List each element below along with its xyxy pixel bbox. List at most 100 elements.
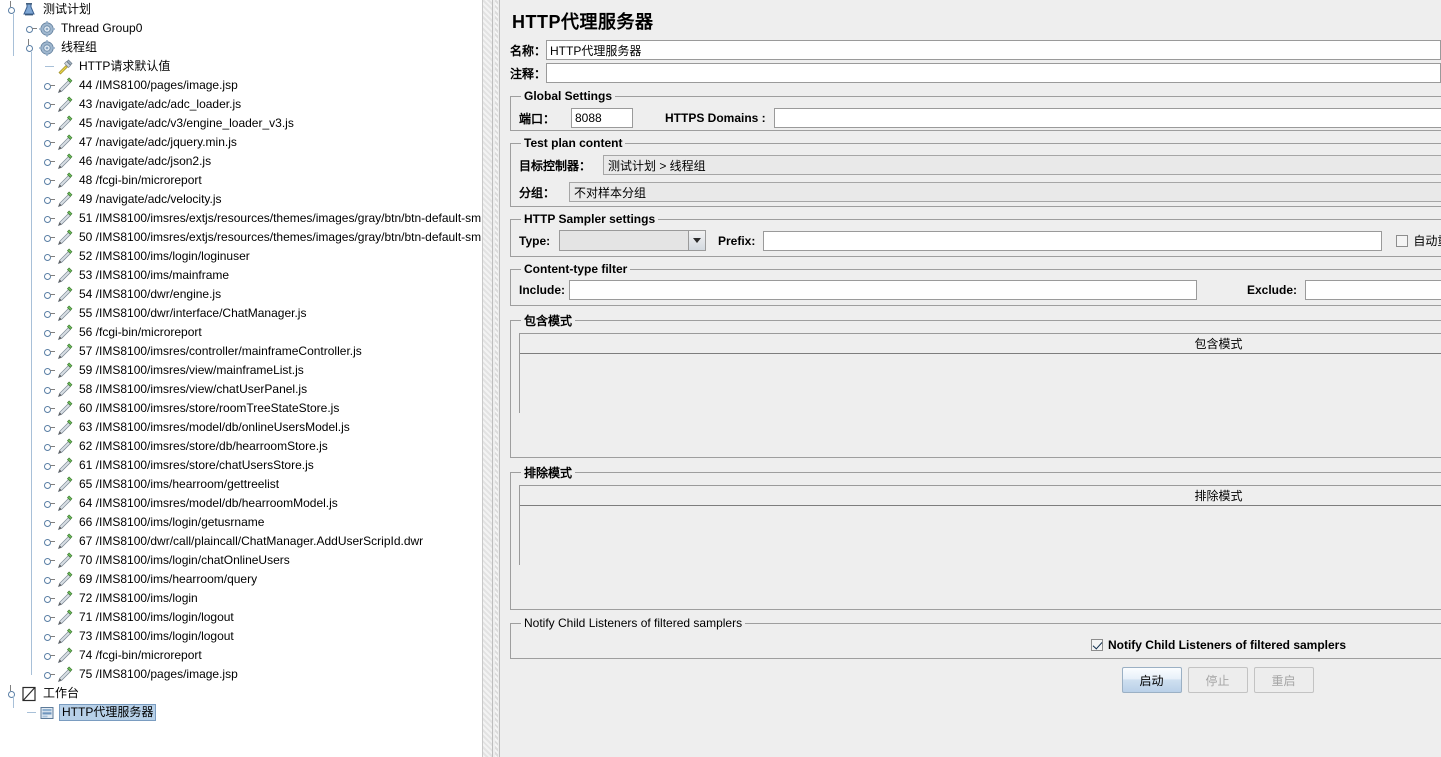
tree-item[interactable]: 60 /IMS8100/imsres/store/roomTreeStateSt… [0,399,482,418]
tree-item[interactable]: 64 /IMS8100/imsres/model/db/hearroomMode… [0,494,482,513]
exclude-patterns-column-header[interactable]: 排除模式 [520,486,1441,506]
tree-item[interactable]: 59 /IMS8100/imsres/view/mainframeList.js [0,361,482,380]
tree-item[interactable]: 58 /IMS8100/imsres/view/chatUserPanel.js [0,380,482,399]
tree-item[interactable]: 73 /IMS8100/ims/login/logout [0,627,482,646]
tree-expand-toggle-closed[interactable] [42,456,56,475]
tree-expand-toggle-closed[interactable] [42,665,56,684]
tree-expand-toggle-closed[interactable] [42,475,56,494]
notify-checkbox-wrap[interactable]: Notify Child Listeners of filtered sampl… [1090,638,1346,652]
tree-item[interactable]: 66 /IMS8100/ims/login/getusrname [0,513,482,532]
tree-vertical-scrollbar[interactable] [482,0,492,757]
tree-expand-toggle-closed[interactable] [42,228,56,247]
tree-item[interactable]: 65 /IMS8100/ims/hearroom/gettreelist [0,475,482,494]
tree-item[interactable]: 49 /navigate/adc/velocity.js [0,190,482,209]
prefix-input[interactable] [763,230,1383,251]
tree-expand-toggle-closed[interactable] [42,608,56,627]
tree-expand-toggle-closed[interactable] [42,342,56,361]
tree-item[interactable]: 43 /navigate/adc/adc_loader.js [0,95,482,114]
tree-expand-toggle-closed[interactable] [42,551,56,570]
tree-item-label: 62 /IMS8100/imsres/store/db/hearroomStor… [79,439,328,453]
tree-expand-toggle-closed[interactable] [42,589,56,608]
tree-item[interactable]: 67 /IMS8100/dwr/call/plaincall/ChatManag… [0,532,482,551]
tree-expand-toggle-closed[interactable] [42,532,56,551]
tree-item[interactable]: 51 /IMS8100/imsres/extjs/resources/theme… [0,209,482,228]
tree-expand-toggle-closed[interactable] [42,494,56,513]
tree-item[interactable]: 71 /IMS8100/ims/login/logout [0,608,482,627]
tree-item[interactable]: 48 /fcgi-bin/microreport [0,171,482,190]
tree-expand-toggle-closed[interactable] [42,171,56,190]
panel-splitter[interactable] [492,0,500,757]
tree-item[interactable]: 61 /IMS8100/imsres/store/chatUsersStore.… [0,456,482,475]
tree-expand-toggle-closed[interactable] [42,95,56,114]
tree-item[interactable]: 72 /IMS8100/ims/login [0,589,482,608]
tree-item[interactable]: 47 /navigate/adc/jquery.min.js [0,133,482,152]
tree-item[interactable]: Thread Group0 [0,19,482,38]
target-controller-select[interactable]: 测试计划 > 线程组 [603,155,1441,175]
tree-item[interactable]: 45 /navigate/adc/v3/engine_loader_v3.js [0,114,482,133]
tree-expand-toggle-closed[interactable] [24,19,38,38]
exclude-patterns-rows[interactable] [520,506,1441,565]
tree-expand-toggle-closed[interactable] [42,247,56,266]
comment-input[interactable] [546,63,1441,83]
tree-item[interactable]: 线程组 [0,38,482,57]
tree-item-label: 67 /IMS8100/dwr/call/plaincall/ChatManag… [79,534,424,548]
tree-expand-toggle-closed[interactable] [42,152,56,171]
sampler-type-dropdown[interactable] [559,230,706,251]
tree-item[interactable]: 50 /IMS8100/imsres/extjs/resources/theme… [0,228,482,247]
tree-expand-toggle-closed[interactable] [42,437,56,456]
name-input[interactable] [546,40,1441,60]
exclude-input[interactable] [1305,280,1441,300]
auto-redirect-checkbox[interactable] [1396,234,1409,247]
tree-expand-toggle-closed[interactable] [42,323,56,342]
tree-item[interactable]: 75 /IMS8100/pages/image.jsp [0,665,482,684]
notify-checkbox[interactable] [1090,639,1103,651]
tree-item[interactable]: 52 /IMS8100/ims/login/loginuser [0,247,482,266]
tree-expand-toggle-closed[interactable] [42,304,56,323]
tree-item[interactable]: 46 /navigate/adc/json2.js [0,152,482,171]
chevron-down-icon[interactable] [688,231,705,250]
include-patterns-table[interactable]: 包含模式 [519,333,1441,413]
tree-expand-toggle-closed[interactable] [42,627,56,646]
exclude-patterns-table[interactable]: 排除模式 [519,485,1441,565]
tree-item[interactable]: 56 /fcgi-bin/microreport [0,323,482,342]
tree-expand-toggle-closed[interactable] [42,76,56,95]
tree-expand-toggle-closed[interactable] [42,418,56,437]
tree-expand-toggle-closed[interactable] [42,570,56,589]
port-input[interactable] [571,108,633,128]
tree-item[interactable]: 57 /IMS8100/imsres/controller/mainframeC… [0,342,482,361]
tree-expand-toggle-closed[interactable] [42,209,56,228]
tree-item[interactable]: HTTP请求默认值 [0,57,482,76]
tree-expand-toggle-closed[interactable] [42,190,56,209]
tree-item[interactable]: 74 /fcgi-bin/microreport [0,646,482,665]
tree-expand-toggle-closed[interactable] [42,285,56,304]
tree-item[interactable]: 测试计划 [0,0,482,19]
tree-expand-toggle-closed[interactable] [42,361,56,380]
auto-redirect-checkbox-wrap[interactable]: 自动重 [1396,232,1441,249]
tree-expand-toggle-closed[interactable] [42,380,56,399]
grouping-select[interactable]: 不对样本分组 [569,182,1441,202]
tree-expand-toggle-closed[interactable] [42,266,56,285]
tree-item-selected[interactable]: HTTP代理服务器 [0,703,482,722]
tree-expand-toggle-closed[interactable] [42,513,56,532]
http-request-icon [56,590,74,608]
tree-expand-toggle-closed[interactable] [42,646,56,665]
tree-item[interactable]: 69 /IMS8100/ims/hearroom/query [0,570,482,589]
include-patterns-column-header[interactable]: 包含模式 [520,334,1441,354]
start-button[interactable]: 启动 [1121,667,1182,693]
tree-item[interactable]: 70 /IMS8100/ims/login/chatOnlineUsers [0,551,482,570]
tree-scroll-area[interactable]: 测试计划 Thread Group0 线程组 HTTP请求默认值 44 /IMS8100… [0,0,482,757]
tree-item[interactable]: 工作台 [0,684,482,703]
tree-item[interactable]: 63 /IMS8100/imsres/model/db/onlineUsersM… [0,418,482,437]
tree-expand-toggle-closed[interactable] [42,133,56,152]
tree-expand-toggle-closed[interactable] [42,399,56,418]
https-domains-input[interactable] [773,108,1441,128]
tree-item[interactable]: 55 /IMS8100/dwr/interface/ChatManager.js [0,304,482,323]
tree-item[interactable]: 62 /IMS8100/imsres/store/db/hearroomStor… [0,437,482,456]
tree-item[interactable]: 54 /IMS8100/dwr/engine.js [0,285,482,304]
restart-button[interactable]: 重启 [1253,667,1314,693]
include-patterns-rows[interactable] [520,354,1441,413]
tree-item[interactable]: 44 /IMS8100/pages/image.jsp [0,76,482,95]
tree-item[interactable]: 53 /IMS8100/ims/mainframe [0,266,482,285]
tree-expand-toggle-closed[interactable] [42,114,56,133]
include-input[interactable] [569,280,1197,300]
